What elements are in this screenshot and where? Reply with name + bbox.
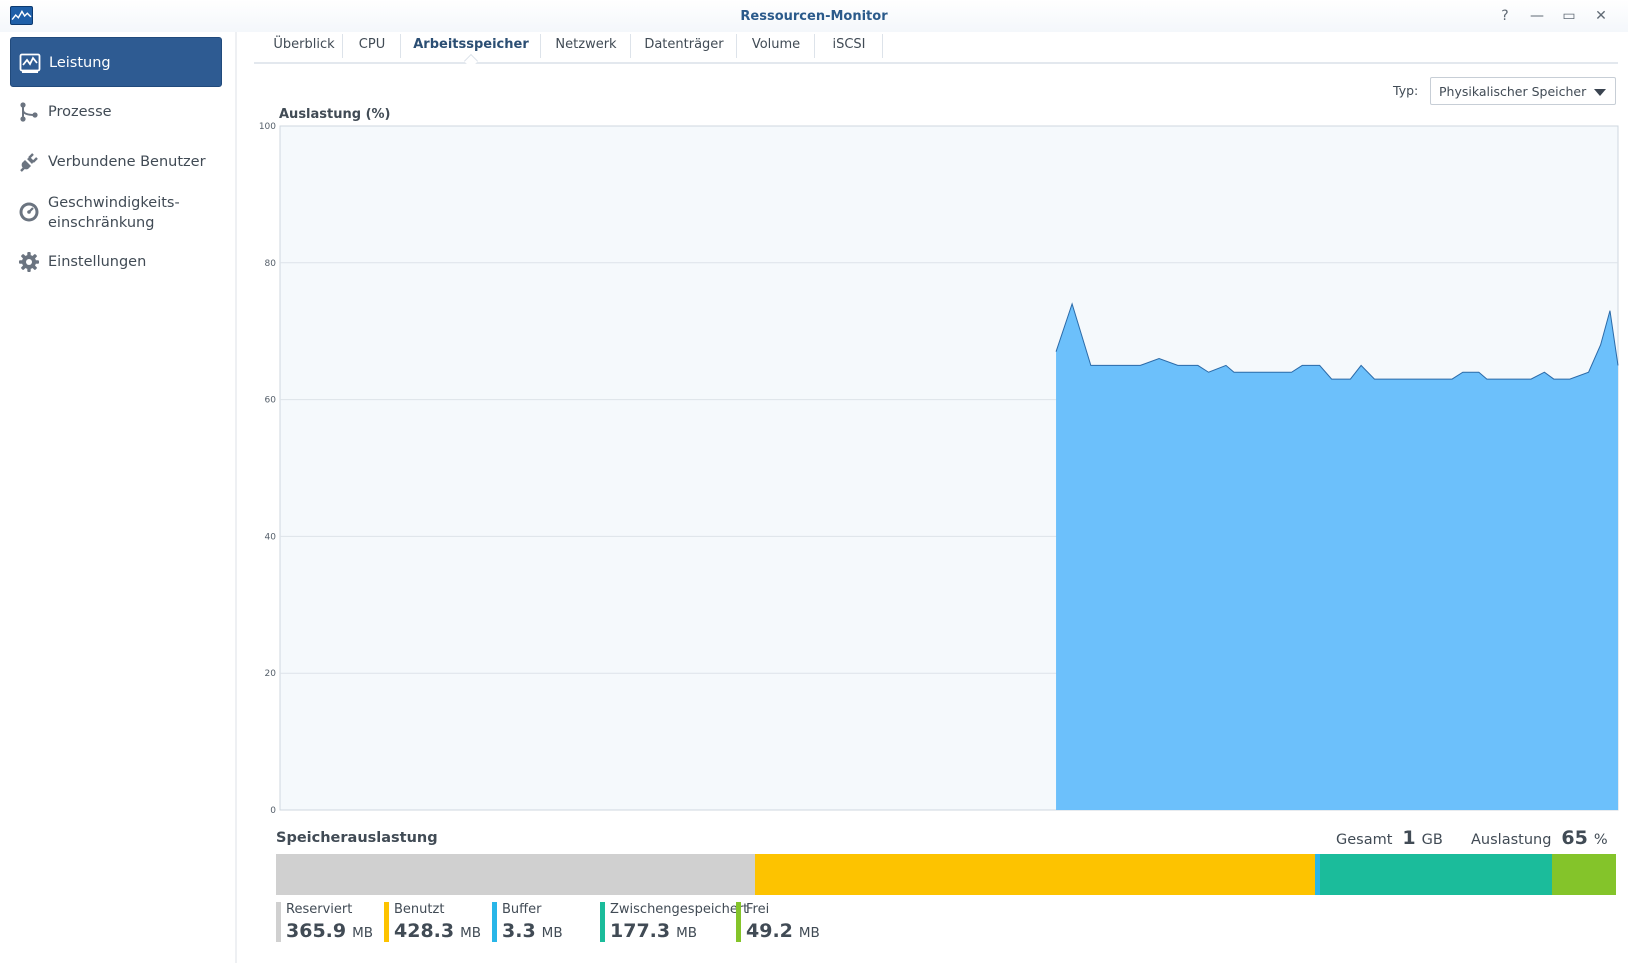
- legend-label: Benutzt: [394, 902, 445, 917]
- memory-usage-chart: 0 20 40 60 80 100: [259, 122, 1619, 813]
- tab-bar: Überblick CPU Arbeitsspeicher Netzwerk D…: [254, 32, 1618, 69]
- tab-ueberblick[interactable]: Überblick: [260, 32, 348, 62]
- memory-section-title: Speicherauslastung: [276, 830, 438, 846]
- chevron-down-icon: [1594, 89, 1606, 96]
- legend-label: Zwischengespeichert: [610, 902, 749, 917]
- memory-usage-bar: [276, 854, 1616, 895]
- legend-unit: MB: [352, 925, 374, 941]
- sidebar-item-prozesse[interactable]: Prozesse: [10, 87, 222, 137]
- help-icon[interactable]: ?: [1494, 5, 1516, 27]
- legend-label: Frei: [746, 902, 770, 917]
- tab-cpu[interactable]: CPU: [344, 32, 400, 62]
- y-tick-label: 40: [265, 532, 277, 542]
- total-unit: GB: [1421, 832, 1443, 848]
- legend-unit: MB: [798, 925, 820, 941]
- speedometer-icon: [18, 201, 40, 223]
- sidebar-item-label: Prozesse: [48, 104, 112, 120]
- type-dropdown[interactable]: Physikalischer Speicher: [1430, 77, 1616, 105]
- tab-separator: [814, 34, 815, 58]
- sidebar-item-geschwindigkeitseinschraenkung[interactable]: Geschwindigkeits- einschränkung: [10, 187, 222, 237]
- legend-value-wrap: 365.9 MB: [286, 920, 373, 942]
- y-tick-label: 100: [259, 122, 276, 132]
- tab-separator: [342, 34, 343, 58]
- plug-icon: [18, 151, 40, 173]
- legend-value-wrap: 49.2 MB: [746, 920, 820, 942]
- usage-label: Auslastung: [1471, 832, 1552, 848]
- tab-separator: [630, 34, 631, 58]
- legend-swatch: [276, 902, 281, 942]
- legend-value: 177.3: [610, 920, 671, 942]
- legend-value-wrap: 177.3 MB: [610, 920, 697, 942]
- legend-swatch: [492, 902, 497, 942]
- legend-value: 49.2: [746, 920, 793, 942]
- sidebar-item-label: Leistung: [49, 55, 111, 71]
- legend-label: Reserviert: [286, 902, 353, 917]
- memory-bar-segment-benutzt: [754, 854, 1316, 895]
- memory-bar-segment-reserviert: [276, 854, 755, 895]
- tab-separator: [736, 34, 737, 58]
- tab-datentraeger[interactable]: Datenträger: [632, 32, 736, 62]
- tab-iscsi[interactable]: iSCSI: [816, 32, 882, 62]
- sidebar-item-leistung[interactable]: Leistung: [10, 37, 222, 87]
- usage-value: 65: [1561, 827, 1588, 849]
- legend-swatch: [384, 902, 389, 942]
- sidebar-item-label: Geschwindigkeits- einschränkung: [48, 195, 180, 231]
- legend-unit: MB: [676, 925, 698, 941]
- memory-usage: Auslastung 65%: [1471, 827, 1608, 849]
- performance-chart-icon: [19, 52, 41, 74]
- memory-total: Gesamt 1 GB: [1336, 827, 1443, 849]
- y-tick-label: 0: [270, 806, 276, 813]
- legend-label: Buffer: [502, 902, 542, 917]
- window-title: Ressourcen-Monitor: [740, 9, 888, 24]
- legend-value: 365.9: [286, 920, 347, 942]
- memory-bar-segment-frei: [1551, 854, 1616, 895]
- y-tick-label: 80: [265, 259, 277, 269]
- sidebar-item-label: Einstellungen: [48, 254, 147, 270]
- series-area: [1056, 303, 1618, 810]
- legend-value: 428.3: [394, 920, 455, 942]
- maximize-icon[interactable]: ▭: [1558, 5, 1580, 27]
- process-nodes-icon: [18, 101, 40, 123]
- tab-separator: [882, 34, 883, 58]
- y-tick-label: 20: [265, 669, 277, 679]
- legend-unit: MB: [460, 925, 482, 941]
- sidebar: Leistung Prozesse Verbundene Benutzer Ge…: [0, 32, 237, 963]
- tab-separator: [540, 34, 541, 58]
- total-label: Gesamt: [1336, 832, 1393, 848]
- title-bar: Ressourcen-Monitor ? — ▭ ✕: [0, 0, 1628, 32]
- legend-unit: MB: [541, 925, 563, 941]
- legend-swatch: [736, 902, 741, 942]
- y-tick-label: 60: [265, 396, 277, 406]
- sidebar-item-einstellungen[interactable]: Einstellungen: [10, 237, 222, 287]
- close-icon[interactable]: ✕: [1590, 5, 1612, 27]
- sidebar-item-label: Verbundene Benutzer: [48, 154, 206, 170]
- gear-icon: [18, 251, 40, 273]
- memory-bar-segment-zwischengespeichert: [1319, 854, 1552, 895]
- usage-unit: %: [1593, 832, 1608, 848]
- type-dropdown-value: Physikalischer Speicher: [1439, 84, 1587, 99]
- legend-value-wrap: 428.3 MB: [394, 920, 481, 942]
- legend-swatch: [600, 902, 605, 942]
- tab-netzwerk[interactable]: Netzwerk: [542, 32, 630, 62]
- legend-value-wrap: 3.3 MB: [502, 920, 563, 942]
- legend-value: 3.3: [502, 920, 536, 942]
- tab-separator: [400, 34, 401, 58]
- minimize-icon[interactable]: —: [1526, 5, 1548, 27]
- type-label: Typ:: [1393, 83, 1419, 98]
- tab-volume[interactable]: Volume: [738, 32, 814, 62]
- sidebar-item-verbundene-benutzer[interactable]: Verbundene Benutzer: [10, 137, 222, 187]
- total-value: 1: [1402, 827, 1416, 849]
